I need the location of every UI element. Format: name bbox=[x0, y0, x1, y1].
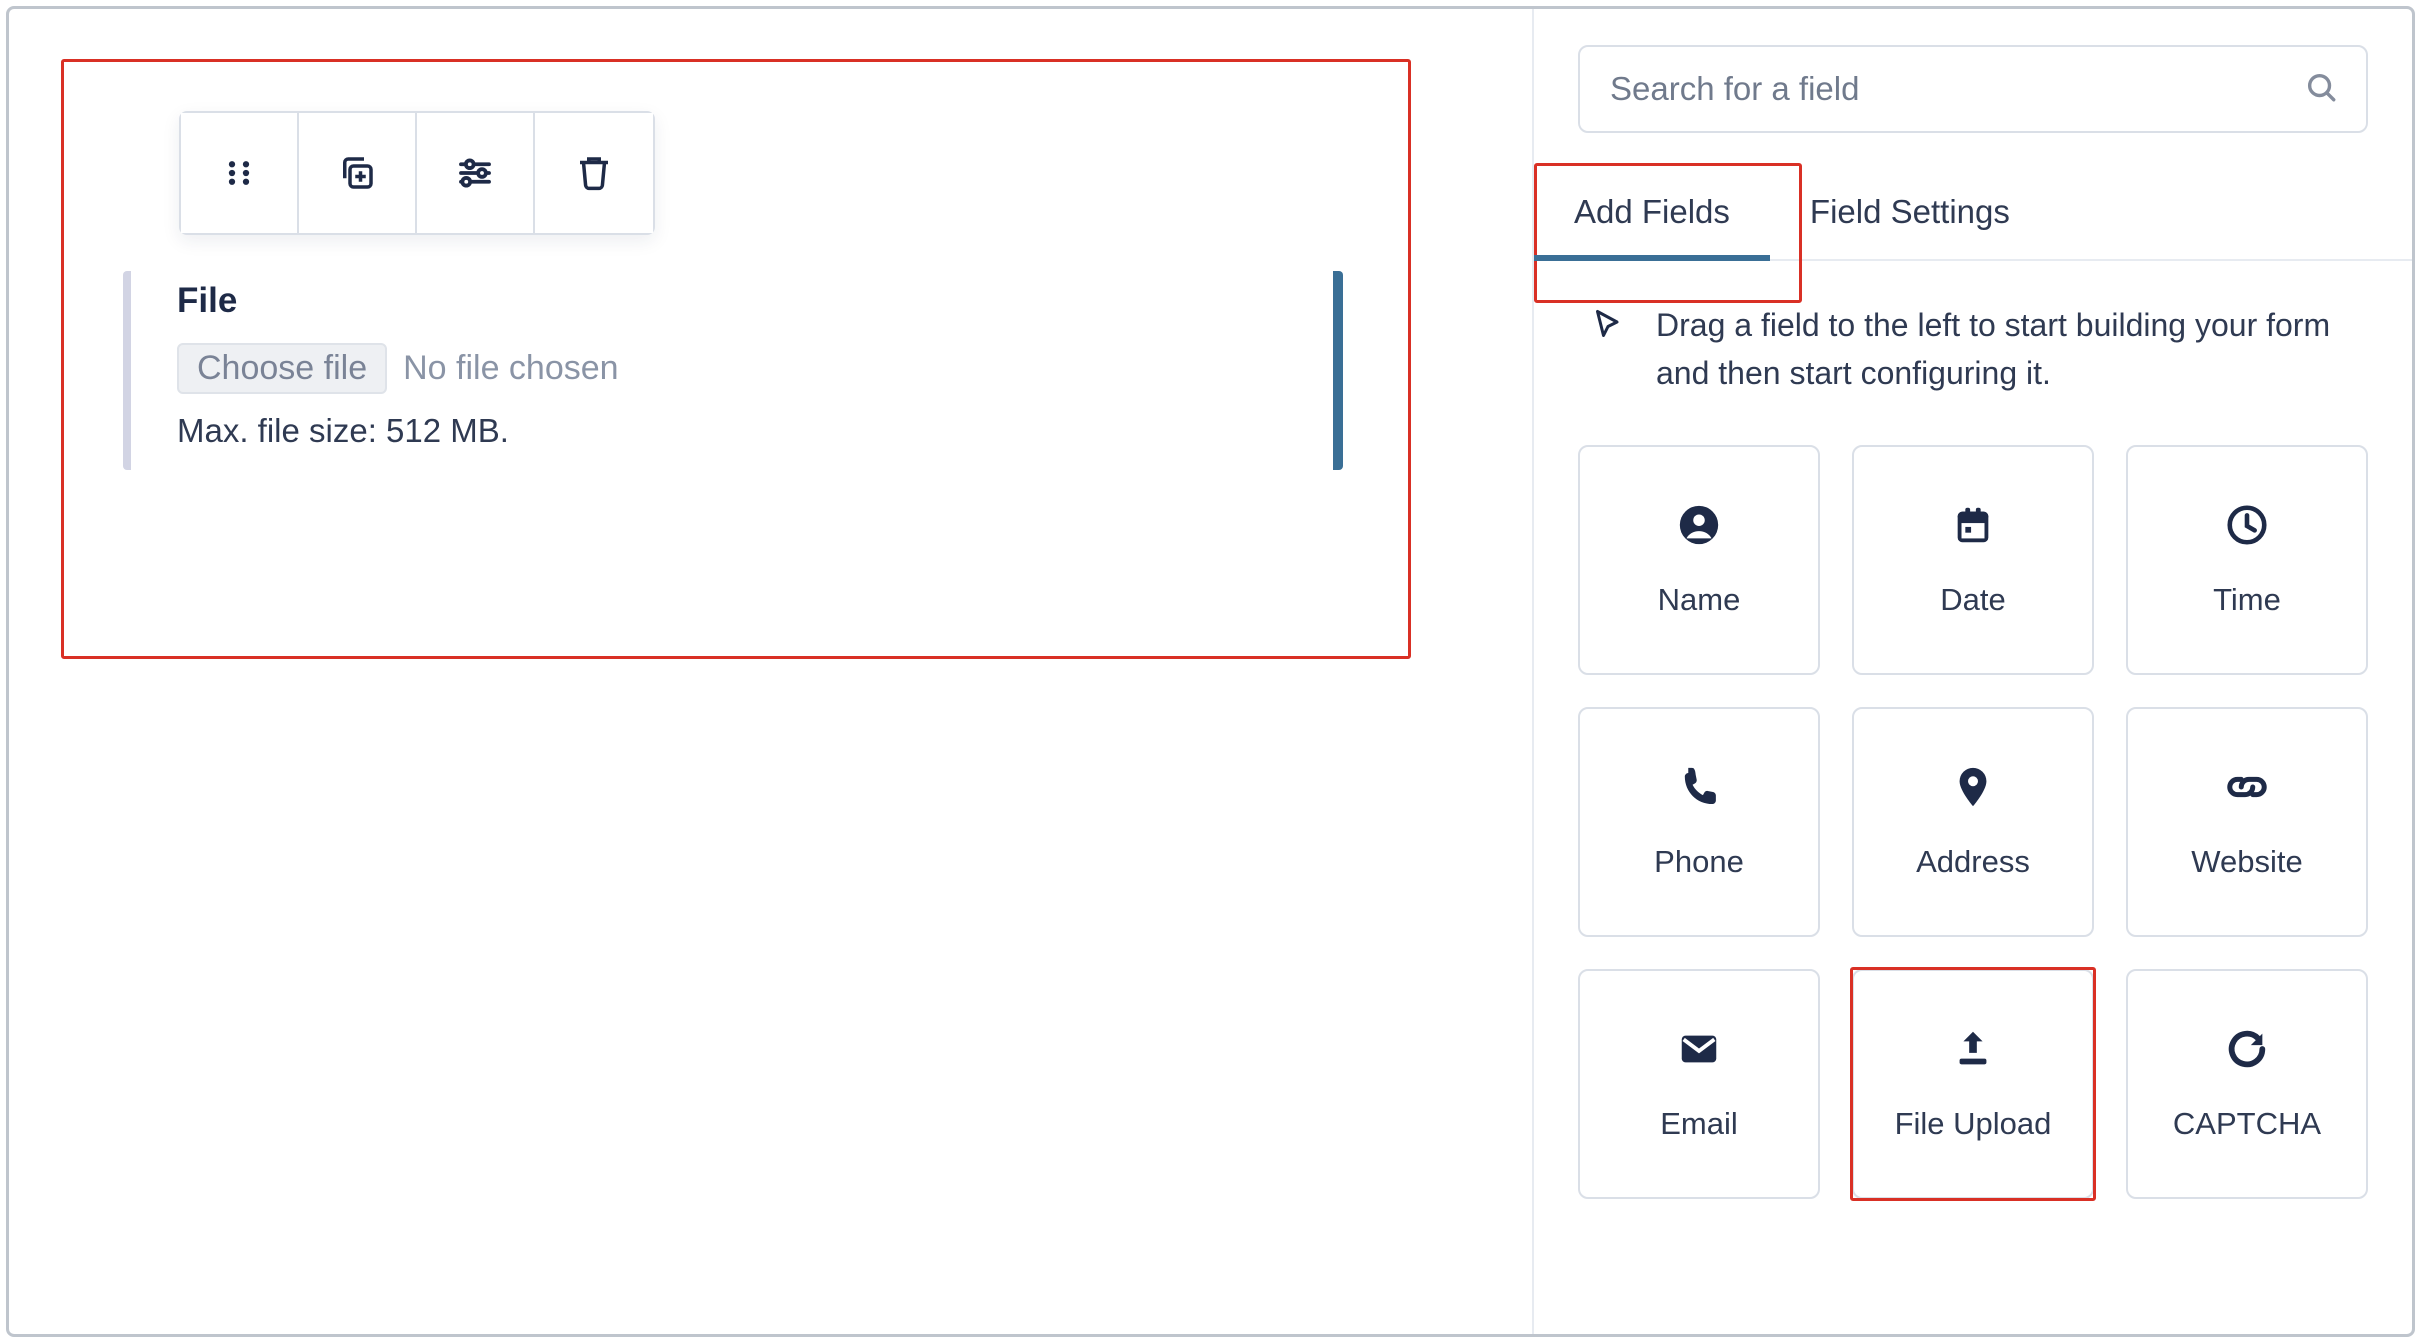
file-input-row: Choose file No file chosen bbox=[177, 343, 1297, 394]
sidebar-tabs: Add Fields Field Settings bbox=[1534, 171, 2412, 261]
search-input[interactable] bbox=[1608, 69, 2304, 109]
upload-icon bbox=[1950, 1026, 1996, 1072]
tile-label: Email bbox=[1660, 1106, 1738, 1142]
field-tile-website[interactable]: Website bbox=[2126, 707, 2368, 937]
field-tile-date[interactable]: Date bbox=[1852, 445, 2094, 675]
tile-label: Phone bbox=[1654, 844, 1744, 880]
no-file-chosen-text: No file chosen bbox=[403, 349, 618, 388]
field-tile-name[interactable]: Name bbox=[1578, 445, 1820, 675]
choose-file-button[interactable]: Choose file bbox=[177, 343, 387, 394]
tile-label: Time bbox=[2213, 582, 2281, 618]
drag-handle-icon bbox=[218, 152, 260, 194]
selected-field-block[interactable]: File Choose file No file chosen Max. fil… bbox=[123, 271, 1343, 470]
pin-icon bbox=[1950, 764, 1996, 810]
tab-add-fields[interactable]: Add Fields bbox=[1534, 171, 1770, 259]
hint-text: Drag a field to the left to start buildi… bbox=[1656, 301, 2336, 397]
link-icon bbox=[2224, 764, 2270, 810]
clock-icon bbox=[2224, 502, 2270, 548]
search-icon bbox=[2304, 70, 2338, 109]
duplicate-button[interactable] bbox=[299, 113, 417, 233]
search-field-wrap[interactable] bbox=[1578, 45, 2368, 133]
field-tile-phone[interactable]: Phone bbox=[1578, 707, 1820, 937]
field-tile-email[interactable]: Email bbox=[1578, 969, 1820, 1199]
person-icon bbox=[1676, 502, 1722, 548]
hint-row: Drag a field to the left to start buildi… bbox=[1534, 261, 2412, 415]
field-tile-captcha[interactable]: CAPTCHA bbox=[2126, 969, 2368, 1199]
field-label: File bbox=[177, 281, 1297, 321]
field-tile-time[interactable]: Time bbox=[2126, 445, 2368, 675]
field-grid: Name Date Time Phone Address Website Email File… bbox=[1534, 415, 2412, 1199]
drag-handle-button[interactable] bbox=[181, 113, 299, 233]
tab-field-settings[interactable]: Field Settings bbox=[1770, 171, 2050, 259]
field-help-text: Max. file size: 512 MB. bbox=[177, 412, 1297, 450]
tile-label: Date bbox=[1940, 582, 2005, 618]
sidebar: Add Fields Field Settings Drag a field t… bbox=[1532, 9, 2412, 1334]
calendar-icon bbox=[1950, 502, 1996, 548]
sliders-icon bbox=[454, 152, 496, 194]
app-frame: File Choose file No file chosen Max. fil… bbox=[6, 6, 2415, 1337]
trash-icon bbox=[573, 152, 615, 194]
field-toolbar bbox=[179, 111, 655, 235]
cursor-icon bbox=[1590, 307, 1626, 343]
delete-button[interactable] bbox=[535, 113, 653, 233]
form-canvas[interactable]: File Choose file No file chosen Max. fil… bbox=[9, 9, 1532, 1334]
phone-icon bbox=[1676, 764, 1722, 810]
field-tile-address[interactable]: Address bbox=[1852, 707, 2094, 937]
refresh-icon bbox=[2224, 1026, 2270, 1072]
field-tile-file-upload[interactable]: File Upload bbox=[1852, 969, 2094, 1199]
tile-label: Name bbox=[1658, 582, 1741, 618]
tile-label: File Upload bbox=[1895, 1106, 2052, 1142]
tile-label: CAPTCHA bbox=[2173, 1106, 2321, 1142]
tile-label: Address bbox=[1916, 844, 2030, 880]
settings-button[interactable] bbox=[417, 113, 535, 233]
duplicate-icon bbox=[336, 152, 378, 194]
tile-label: Website bbox=[2191, 844, 2302, 880]
annotation-tile-highlight bbox=[1850, 967, 2096, 1201]
mail-icon bbox=[1676, 1026, 1722, 1072]
